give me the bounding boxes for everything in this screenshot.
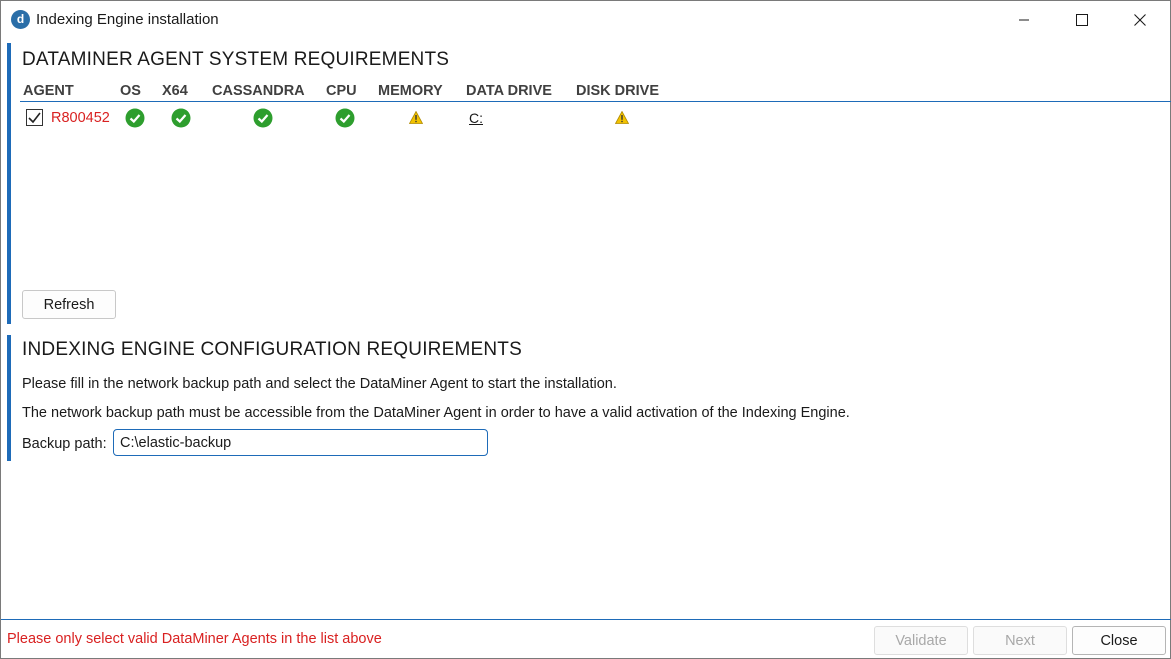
os-ok-icon [125,108,145,128]
column-header-cpu[interactable]: CPU [326,83,357,99]
configuration-title: INDEXING ENGINE CONFIGURATION REQUIREMEN… [22,339,522,360]
memory-warning-icon[interactable] [409,111,423,124]
column-header-memory[interactable]: MEMORY [378,83,443,99]
next-button[interactable]: Next [973,626,1067,655]
title-bar: d Indexing Engine installation [1,1,1170,39]
maximize-icon [1076,14,1088,26]
cassandra-ok-icon [253,108,273,128]
maximize-button[interactable] [1053,1,1111,39]
configuration-section: INDEXING ENGINE CONFIGURATION REQUIREMEN… [7,335,1171,461]
dataminer-app-icon: d [11,10,30,29]
x64-ok-icon [171,108,191,128]
table-header-divider [20,101,1171,102]
validate-button[interactable]: Validate [874,626,968,655]
close-window-button[interactable] [1111,1,1169,39]
footer-divider [1,619,1171,620]
close-button[interactable]: Close [1072,626,1166,655]
backup-path-label: Backup path: [22,436,107,452]
column-header-data-drive[interactable]: DATA DRIVE [466,83,552,99]
checkbox-checked-icon [28,112,41,123]
table-row[interactable]: R800452 C: [7,107,1171,129]
system-requirements-section: DATAMINER AGENT SYSTEM REQUIREMENTS AGEN… [7,43,1171,324]
close-icon [1134,14,1146,26]
section-accent-bar [7,335,11,461]
instruction-text-accessibility: The network backup path must be accessib… [22,405,850,421]
agent-name: R800452 [51,110,110,126]
disk-drive-warning-icon[interactable] [615,111,629,124]
minimize-button[interactable] [995,1,1053,39]
column-header-disk-drive[interactable]: DISK DRIVE [576,83,659,99]
cpu-ok-icon [335,108,355,128]
validation-error-message: Please only select valid DataMiner Agent… [7,631,382,647]
column-header-x64[interactable]: X64 [162,83,188,99]
backup-path-input[interactable] [113,429,488,456]
column-header-os[interactable]: OS [120,83,141,99]
agent-select-checkbox[interactable] [26,109,43,126]
window-title: Indexing Engine installation [36,11,219,28]
refresh-button[interactable]: Refresh [22,290,116,319]
installation-window: d Indexing Engine installation DATAMINER… [0,0,1171,659]
data-drive-link[interactable]: C: [469,110,483,126]
instruction-text: Please fill in the network backup path a… [22,376,617,392]
section-accent-bar [7,43,11,324]
column-header-cassandra[interactable]: CASSANDRA [212,83,305,99]
system-requirements-title: DATAMINER AGENT SYSTEM REQUIREMENTS [22,49,450,70]
minimize-icon [1019,19,1029,21]
column-header-agent[interactable]: AGENT [23,83,74,99]
